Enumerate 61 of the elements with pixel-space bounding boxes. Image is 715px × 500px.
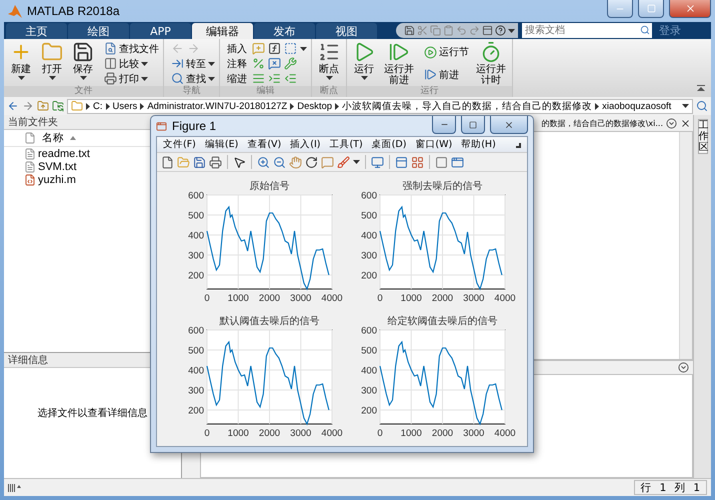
pane-title: 当前文件夹: [8, 116, 58, 129]
figure-title: Figure 1: [172, 119, 216, 133]
tick-label: 300: [361, 250, 377, 262]
tick-label: 600: [188, 190, 204, 202]
tick-label: 500: [361, 210, 377, 222]
tick-label: 400: [361, 230, 377, 242]
window-title: MATLAB R2018a: [27, 4, 120, 18]
chart-title: 强制去噪后的信号: [402, 181, 482, 192]
tick-label: 3000: [290, 293, 312, 304]
tick-label: 1000: [400, 428, 422, 439]
tick-label: 500: [188, 346, 204, 356]
ribbon-label: 缩进: [227, 72, 247, 86]
group-label: 导航: [164, 86, 219, 97]
tick-label: 2000: [432, 428, 454, 439]
tick-label: 600: [188, 326, 204, 336]
tick-label: 300: [188, 250, 204, 262]
chart-title: 原始信号: [250, 181, 290, 192]
tick-label: 200: [361, 406, 377, 416]
tick-label: 3000: [463, 293, 484, 304]
tick-label: 3000: [290, 428, 312, 439]
tick-label: 1000: [228, 293, 249, 304]
tick-label: 2000: [258, 293, 280, 304]
row-value: 1: [660, 482, 666, 494]
tick-label: 600: [361, 326, 377, 336]
tick-label: 500: [188, 210, 204, 222]
group-label: 编辑: [220, 86, 311, 97]
column-value: 1: [693, 482, 700, 494]
tick-label: 0: [377, 428, 383, 439]
tick-label: 4000: [321, 428, 343, 439]
details-message: 选择文件以查看详细信息: [38, 406, 148, 420]
group-label: 断点: [312, 86, 346, 97]
group-label: 文件: [4, 86, 163, 97]
group-label: 运行: [347, 86, 512, 97]
tick-label: 400: [188, 366, 204, 376]
tick-label: 4000: [494, 428, 516, 439]
tick-label: 4000: [494, 293, 516, 304]
tick-label: 3000: [463, 428, 484, 439]
tick-label: 1000: [228, 428, 249, 439]
tick-label: 2000: [258, 428, 280, 439]
row-label: 行: [640, 480, 652, 494]
pane-title: 详细信息: [8, 354, 48, 367]
tick-label: 300: [361, 386, 377, 396]
tick-label: 400: [361, 366, 377, 376]
tick-label: 200: [361, 270, 377, 282]
chart-title: 默认阈值去噪后的信号: [220, 316, 320, 327]
ribbon-label: 注释: [227, 58, 247, 70]
tick-label: 400: [188, 230, 204, 242]
tick-label: 0: [377, 293, 383, 304]
tick-label: 4000: [321, 293, 343, 304]
column-label: 列: [674, 480, 686, 494]
tick-label: 200: [188, 406, 204, 416]
chart-title: 给定软阈值去噪后的信号: [388, 316, 498, 327]
tick-label: 0: [204, 428, 210, 439]
tick-label: 0: [204, 293, 210, 304]
tick-label: 300: [188, 386, 204, 396]
tick-label: 2000: [432, 293, 454, 304]
tick-label: 200: [188, 270, 204, 282]
ribbon-label: 插入: [227, 42, 247, 56]
tick-label: 500: [361, 346, 377, 356]
tick-label: 600: [361, 190, 377, 202]
tick-label: 1000: [400, 293, 422, 304]
